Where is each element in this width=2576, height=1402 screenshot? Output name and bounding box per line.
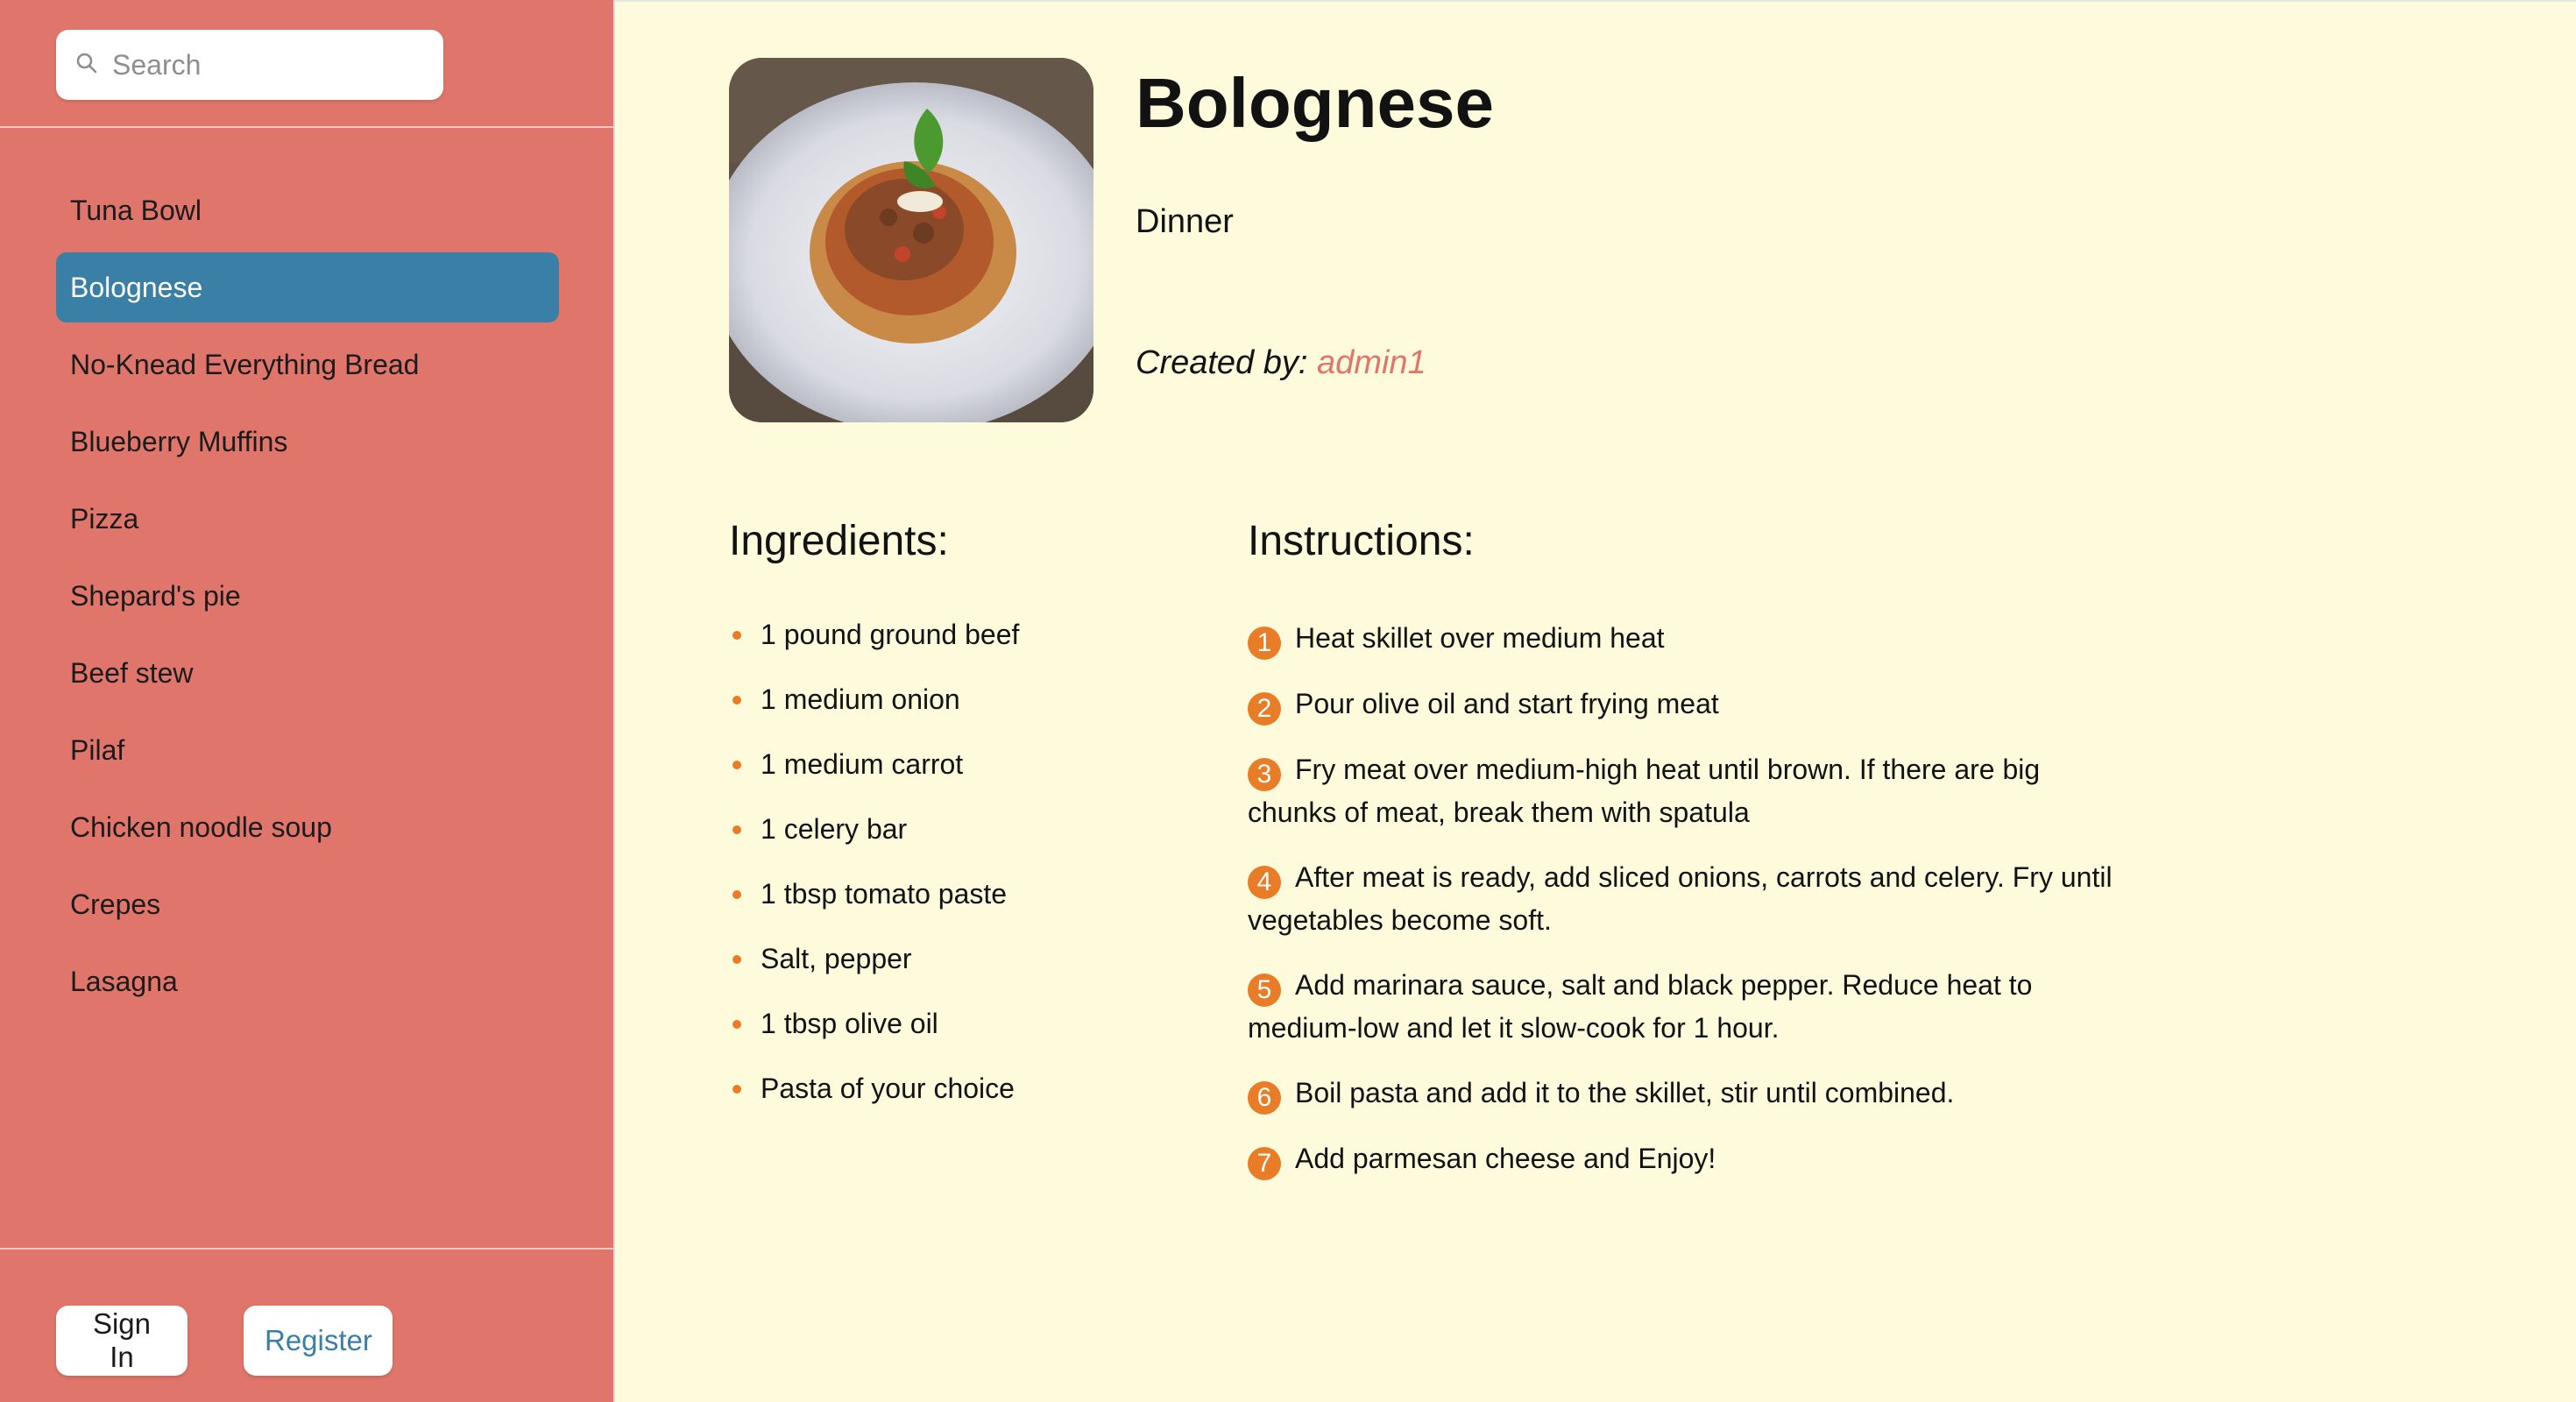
ingredient-item: 1 medium carrot (729, 747, 1248, 811)
ingredient-text: 1 celery bar (761, 813, 908, 845)
sidebar-recipe-item[interactable]: Chicken noodle soup (56, 792, 559, 862)
bullet-icon (732, 761, 741, 769)
sidebar-recipe-item[interactable]: Pizza (56, 484, 559, 554)
sidebar-recipe-item[interactable]: Bolognese (56, 252, 559, 322)
ingredient-item: 1 tbsp olive oil (729, 1006, 1248, 1071)
step-number-badge: 1 (1248, 627, 1281, 660)
ingredient-item: Pasta of your choice (729, 1071, 1248, 1136)
step-number-badge: 4 (1248, 866, 1281, 899)
step-text: Add parmesan cheese and Enjoy! (1295, 1143, 1716, 1174)
step-number-badge: 2 (1248, 692, 1281, 726)
bullet-icon (732, 1020, 741, 1029)
sidebar-recipe-item[interactable]: Blueberry Muffins (56, 407, 559, 477)
step-text: Add marinara sauce, salt and black peppe… (1248, 969, 2033, 1044)
recipe-content: Ingredients: 1 pound ground beef 1 medium… (729, 515, 2576, 1203)
instructions-title: Instructions: (1248, 518, 1475, 564)
ingredient-text: 1 tbsp tomato paste (761, 878, 1008, 910)
step-number-badge: 5 (1248, 974, 1281, 1007)
ingredient-text: 1 medium onion (761, 683, 960, 715)
bullet-icon (732, 825, 741, 834)
bullet-icon (732, 1085, 741, 1094)
instruction-step: 6 Boil pasta and add it to the skillet, s… (1248, 1072, 2133, 1115)
sidebar-recipe-item[interactable]: Beef stew (56, 638, 559, 708)
step-text: Pour olive oil and start frying meat (1295, 688, 1719, 719)
recipe-list: Tuna Bowl Bolognese No-Knead Everything Br… (0, 128, 613, 1248)
instruction-step: 4 After meat is ready, add sliced onions,… (1248, 856, 2133, 941)
instructions-section: Instructions: 1 Heat skillet over medium … (1248, 515, 2133, 1203)
ingredients-title: Ingredients: (729, 518, 949, 564)
ingredient-item: 1 celery bar (729, 811, 1248, 876)
search-icon (75, 52, 98, 79)
ingredient-text: 1 pound ground beef (761, 619, 1020, 650)
created-by: Created by: admin1 (1136, 344, 1494, 382)
ingredient-item: 1 tbsp tomato paste (729, 876, 1248, 941)
step-number-badge: 3 (1248, 758, 1281, 791)
sidebar-recipe-item[interactable]: Crepes (56, 869, 559, 939)
instruction-step: 1 Heat skillet over medium heat (1248, 617, 2133, 660)
search-box[interactable] (56, 30, 443, 100)
sidebar-recipe-item[interactable]: No-Knead Everything Bread (56, 329, 559, 400)
register-button[interactable]: Register (244, 1306, 393, 1376)
ingredient-text: 1 medium carrot (761, 748, 964, 780)
bullet-icon (732, 890, 741, 899)
step-text: Heat skillet over medium heat (1295, 622, 1665, 654)
step-number-badge: 7 (1248, 1147, 1281, 1180)
step-text: Boil pasta and add it to the skillet, st… (1295, 1077, 1955, 1108)
recipe-category: Dinner (1136, 203, 1234, 240)
bullet-icon (732, 955, 741, 964)
step-text: Fry meat over medium-high heat until bro… (1248, 754, 2041, 828)
instruction-step: 2 Pour olive oil and start frying meat (1248, 683, 2133, 726)
ingredient-text: Salt, pepper (761, 943, 912, 974)
ingredient-text: Pasta of your choice (761, 1073, 1015, 1104)
sidebar-recipe-item[interactable]: Tuna Bowl (56, 175, 559, 245)
sidebar: Tuna BowlBologneseNo-Knead Everything Br… (0, 0, 615, 1402)
ingredient-item: Salt, pepper (729, 941, 1248, 1006)
instruction-step: 7 Add parmesan cheese and Enjoy! (1248, 1137, 2133, 1180)
search-area (0, 0, 613, 128)
instruction-step: 3 Fry meat over medium-high heat until br… (1248, 748, 2133, 833)
ingredient-text: 1 tbsp olive oil (761, 1008, 938, 1039)
instructions-list: 1 Heat skillet over medium heat 2 Pour oliv… (1248, 617, 2133, 1180)
bullet-icon (732, 696, 741, 705)
recipe-detail: Bolognese Dinner Created by: admin1 Ingr… (615, 0, 2576, 1402)
sign-in-button[interactable]: Sign In (56, 1306, 188, 1376)
ingredients-list: 1 pound ground beef 1 medium onion 1 mediu… (729, 617, 1248, 1136)
recipe-title: Bolognese (1136, 64, 1494, 142)
step-number-badge: 6 (1248, 1081, 1281, 1115)
author-link[interactable]: admin1 (1317, 344, 1426, 381)
ingredient-item: 1 medium onion (729, 682, 1248, 747)
auth-area: Sign In Register (0, 1248, 613, 1402)
search-input[interactable] (112, 48, 428, 81)
recipe-photo (729, 58, 1093, 422)
sidebar-recipe-item[interactable]: Pilaf (56, 715, 559, 785)
step-text: After meat is ready, add sliced onions, … (1248, 861, 2112, 936)
ingredients-section: Ingredients: 1 pound ground beef 1 medium… (729, 515, 1248, 1203)
instruction-step: 5 Add marinara sauce, salt and black pepp… (1248, 964, 2133, 1049)
created-by-label: Created by: (1136, 344, 1308, 381)
sidebar-recipe-item[interactable]: Shepard's pie (56, 561, 559, 631)
top-divider (615, 0, 2576, 2)
recipe-info: Bolognese Dinner Created by: admin1 (1136, 58, 1494, 422)
ingredient-item: 1 pound ground beef (729, 617, 1248, 682)
recipe-header: Bolognese Dinner Created by: admin1 (729, 58, 2576, 422)
sidebar-recipe-item[interactable]: Lasagna (56, 946, 559, 1016)
bullet-icon (732, 631, 741, 640)
